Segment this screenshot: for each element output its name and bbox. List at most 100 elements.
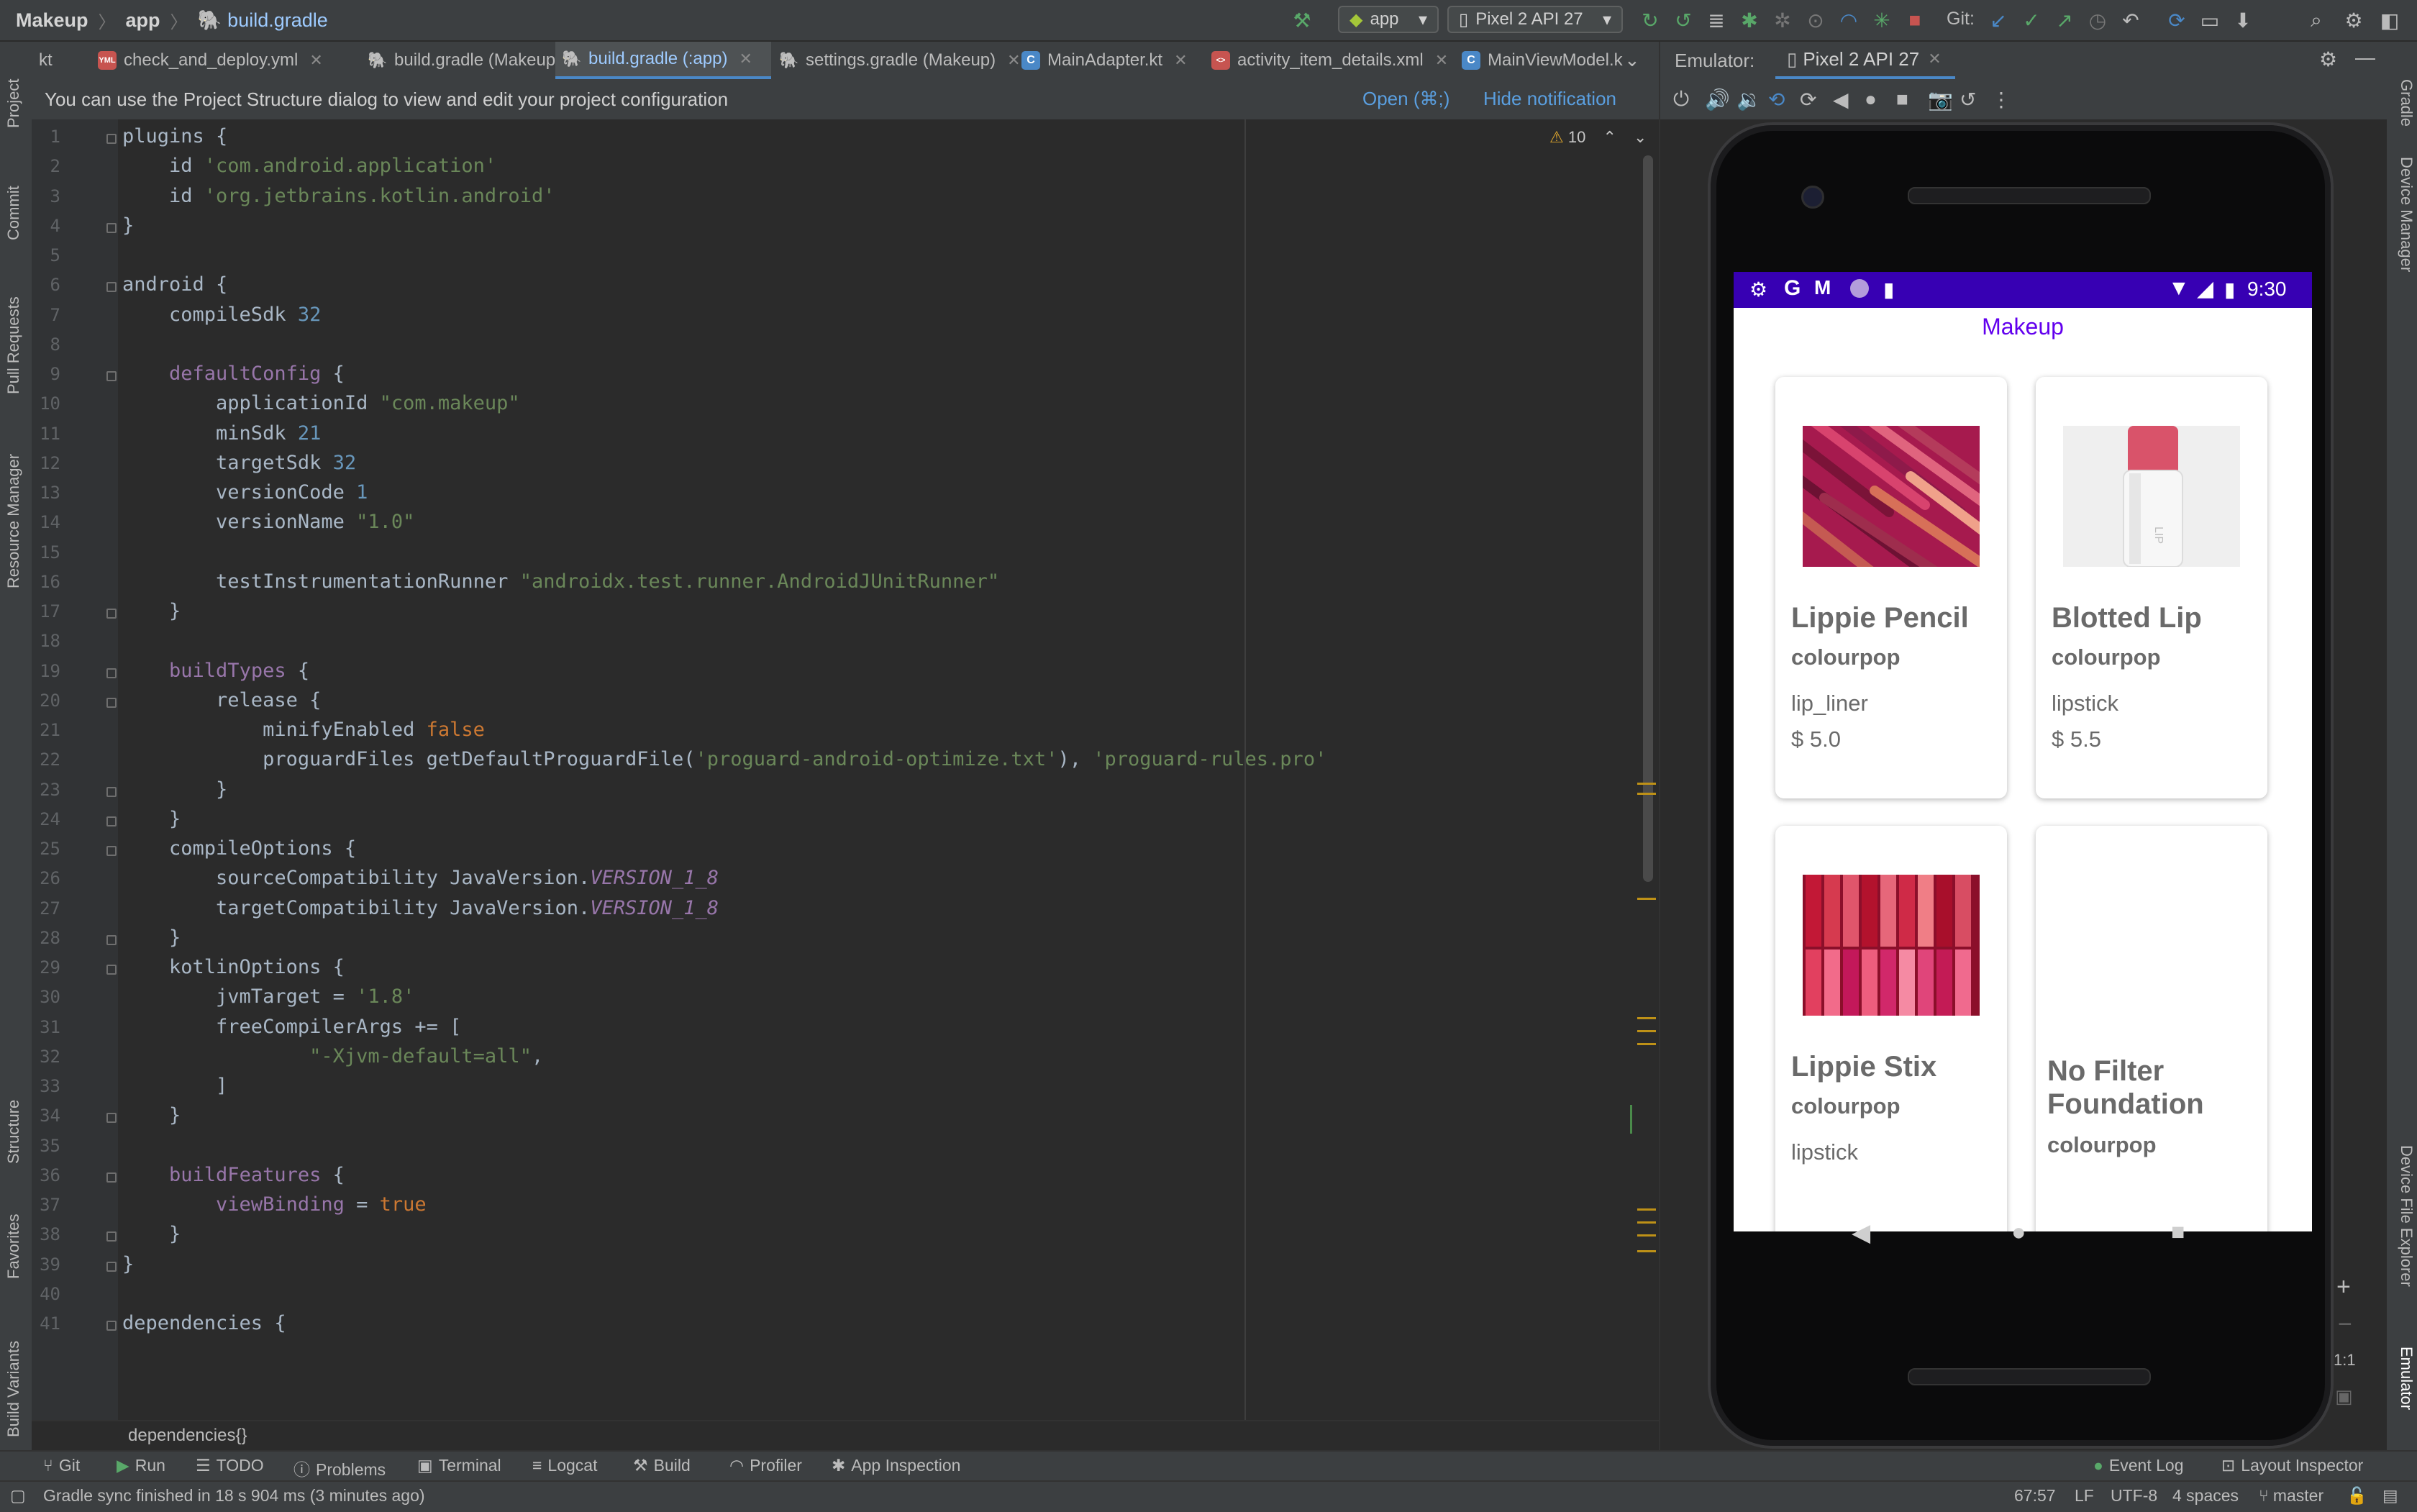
- fold-marker-icon[interactable]: [106, 371, 117, 381]
- close-icon[interactable]: ✕: [1174, 51, 1187, 70]
- tool-run[interactable]: ▶ Run: [117, 1456, 165, 1475]
- code-line[interactable]: }: [122, 778, 227, 801]
- git-update-icon[interactable]: ↙: [1987, 9, 2010, 32]
- tool-terminal[interactable]: ▣ Terminal: [417, 1456, 501, 1475]
- rerun-icon[interactable]: ↻: [1639, 9, 1662, 32]
- next-highlight-icon[interactable]: ⌄: [1634, 128, 1647, 146]
- fold-marker-icon[interactable]: [106, 934, 117, 945]
- fold-marker-icon[interactable]: [106, 816, 117, 826]
- editor-breadcrumb[interactable]: dependencies{}: [128, 1426, 247, 1446]
- tool-pull-requests[interactable]: Pull Requests: [4, 296, 23, 394]
- fold-marker-icon[interactable]: [106, 609, 117, 619]
- device-select[interactable]: ▯ Pixel 2 API 27 ▾: [1447, 6, 1623, 33]
- file-encoding[interactable]: UTF-8: [2111, 1486, 2157, 1506]
- code-line[interactable]: sourceCompatibility JavaVersion.VERSION_…: [122, 867, 719, 889]
- tab-main-view-model[interactable]: C MainViewModel.k: [1455, 42, 1649, 79]
- code-line[interactable]: id 'org.jetbrains.kotlin.android': [122, 185, 555, 207]
- apply-changes-icon[interactable]: ↺: [1672, 9, 1695, 32]
- caret-position[interactable]: 67:57: [2014, 1486, 2056, 1506]
- git-history-icon[interactable]: ◷: [2086, 9, 2109, 32]
- tool-app-inspection[interactable]: ✱ App Inspection: [832, 1456, 960, 1475]
- code-line[interactable]: kotlinOptions {: [122, 956, 345, 978]
- fold-marker-icon[interactable]: [106, 1113, 117, 1124]
- warning-stripe[interactable]: [1637, 1017, 1656, 1019]
- android-home-icon[interactable]: ●: [2011, 1219, 2026, 1247]
- minimize-icon[interactable]: —: [2355, 46, 2375, 69]
- zoom-actual-size[interactable]: 1:1: [2334, 1351, 2356, 1370]
- android-back-icon[interactable]: ◀: [1852, 1219, 1870, 1247]
- tool-emulator[interactable]: Emulator: [2397, 1347, 2416, 1410]
- tool-structure[interactable]: Structure: [4, 1100, 23, 1164]
- more-icon[interactable]: ⋮: [1991, 88, 2011, 111]
- zoom-out-icon[interactable]: −: [2338, 1311, 2352, 1339]
- code-line[interactable]: compileOptions {: [122, 837, 356, 860]
- code-line[interactable]: viewBinding = true: [122, 1193, 427, 1216]
- git-commit-icon[interactable]: ✓: [2020, 9, 2043, 32]
- warning-stripe[interactable]: [1637, 1221, 1656, 1224]
- window-toggle-icon[interactable]: ▢: [10, 1486, 26, 1506]
- sdk-manager-icon[interactable]: ⬇: [2231, 9, 2254, 32]
- tabs-overflow-icon[interactable]: ⌄: [1624, 49, 1640, 71]
- open-project-structure-link[interactable]: Open (⌘;): [1362, 88, 1449, 110]
- tab-main-adapter[interactable]: C MainAdapter.kt ✕: [1014, 42, 1223, 79]
- code-line[interactable]: buildFeatures {: [122, 1164, 345, 1186]
- tool-problems[interactable]: ⓘ Problems: [293, 1456, 386, 1480]
- editor-scrollbar[interactable]: [1643, 155, 1653, 882]
- tool-build[interactable]: ⚒ Build: [633, 1456, 691, 1475]
- hide-notification-link[interactable]: Hide notification: [1483, 88, 1616, 110]
- tool-git[interactable]: ⑂ Git: [43, 1456, 80, 1475]
- tool-favorites[interactable]: Favorites: [4, 1214, 23, 1279]
- previous-highlight-icon[interactable]: ⌃: [1603, 128, 1616, 146]
- code-line[interactable]: versionName "1.0": [122, 511, 414, 533]
- code-line[interactable]: minifyEnabled false: [122, 719, 485, 741]
- tool-device-file-explorer[interactable]: Device File Explorer: [2397, 1145, 2416, 1287]
- attach-debugger-icon[interactable]: ✲: [1771, 9, 1794, 32]
- line-separator[interactable]: LF: [2075, 1486, 2094, 1506]
- tool-resource-manager[interactable]: Resource Manager: [4, 454, 23, 588]
- apply-code-changes-icon[interactable]: ≣: [1705, 9, 1728, 32]
- fold-marker-icon[interactable]: [106, 282, 117, 293]
- code-line[interactable]: }: [122, 600, 181, 622]
- code-line[interactable]: }: [122, 214, 134, 237]
- tab-check-and-deploy[interactable]: YML check_and_deploy.yml ✕: [91, 42, 357, 79]
- coverage-icon[interactable]: ⊙: [1804, 9, 1827, 32]
- stop-icon[interactable]: ■: [1903, 9, 1926, 32]
- tab-build-gradle-app[interactable]: 🐘 build.gradle (:app) ✕: [555, 42, 771, 79]
- fold-marker-icon[interactable]: [106, 668, 117, 678]
- fold-marker-icon[interactable]: [106, 134, 117, 144]
- code-line[interactable]: minSdk 21: [122, 422, 321, 445]
- breadcrumb-module[interactable]: app: [126, 9, 160, 32]
- close-icon[interactable]: ✕: [739, 50, 752, 68]
- tool-event-log[interactable]: ● Event Log: [2093, 1456, 2184, 1475]
- code-line[interactable]: dependencies {: [122, 1312, 286, 1334]
- git-branch[interactable]: ⑂ master: [2259, 1486, 2323, 1506]
- tool-gradle[interactable]: Gradle: [2397, 79, 2416, 127]
- ide-avatar-icon[interactable]: ◧: [2378, 9, 2401, 32]
- tool-device-manager[interactable]: Device Manager: [2397, 157, 2416, 272]
- memory-indicator-icon[interactable]: ▤: [2382, 1486, 2398, 1506]
- search-icon[interactable]: ⌕: [2305, 9, 2328, 32]
- warning-stripe[interactable]: [1637, 783, 1656, 785]
- camera-icon[interactable]: 📷: [1928, 88, 1953, 111]
- code-line[interactable]: }: [122, 808, 181, 830]
- phone-screen[interactable]: ⚙ G M ▮ ▼ ◢ ▮ 9:30 Makeup Lippie Pencil …: [1734, 272, 2312, 1231]
- warning-stripe[interactable]: [1637, 1250, 1656, 1252]
- close-icon[interactable]: ✕: [1435, 51, 1448, 70]
- fold-marker-icon[interactable]: [106, 1321, 117, 1331]
- code-line[interactable]: compileSdk 32: [122, 304, 321, 326]
- code-line[interactable]: buildTypes {: [122, 660, 309, 682]
- tool-build-variants[interactable]: Build Variants: [4, 1341, 23, 1437]
- close-icon[interactable]: ✕: [1928, 50, 1941, 68]
- warning-stripe[interactable]: [1637, 793, 1656, 795]
- gradle-sync-icon[interactable]: ⟳: [2165, 9, 2188, 32]
- code-line[interactable]: id 'com.android.application': [122, 155, 496, 177]
- zoom-fit-icon[interactable]: ▣: [2335, 1385, 2353, 1408]
- tool-logcat[interactable]: ≡ Logcat: [532, 1456, 597, 1475]
- warning-stripe[interactable]: [1637, 1043, 1656, 1045]
- warning-stripe[interactable]: [1637, 1030, 1656, 1032]
- back-icon[interactable]: ◀: [1833, 88, 1849, 111]
- tool-layout-inspector[interactable]: ⊡ Layout Inspector: [2221, 1456, 2363, 1475]
- product-card[interactable]: No Filter Foundation colourpop: [2036, 826, 2267, 1231]
- fold-marker-icon[interactable]: [106, 1261, 117, 1272]
- code-line[interactable]: }: [122, 1253, 134, 1275]
